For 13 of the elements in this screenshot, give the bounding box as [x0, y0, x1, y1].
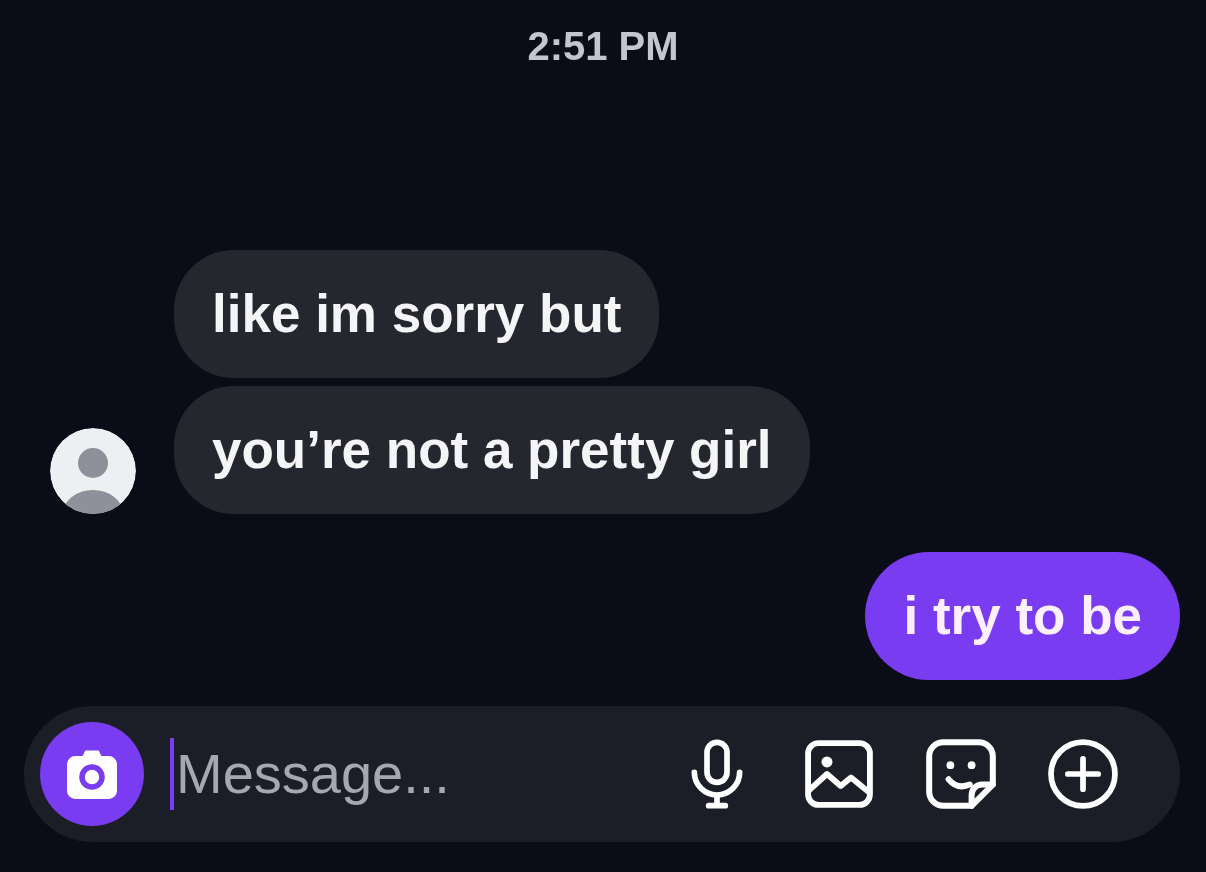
message-bubble: like im sorry but	[174, 250, 660, 378]
microphone-icon	[689, 739, 745, 809]
sticker-button[interactable]	[926, 739, 996, 809]
message-bubble: you’re not a pretty girl	[174, 386, 810, 514]
add-button[interactable]	[1048, 739, 1118, 809]
add-icon	[1048, 739, 1118, 809]
image-icon	[804, 740, 874, 808]
message-input[interactable]: Message...	[176, 738, 646, 810]
sticker-icon	[926, 739, 996, 809]
camera-icon	[65, 749, 119, 799]
timestamp: 2:51 PM	[527, 23, 679, 70]
gallery-button[interactable]	[804, 739, 874, 809]
message-bubble: i try to be	[865, 552, 1180, 680]
